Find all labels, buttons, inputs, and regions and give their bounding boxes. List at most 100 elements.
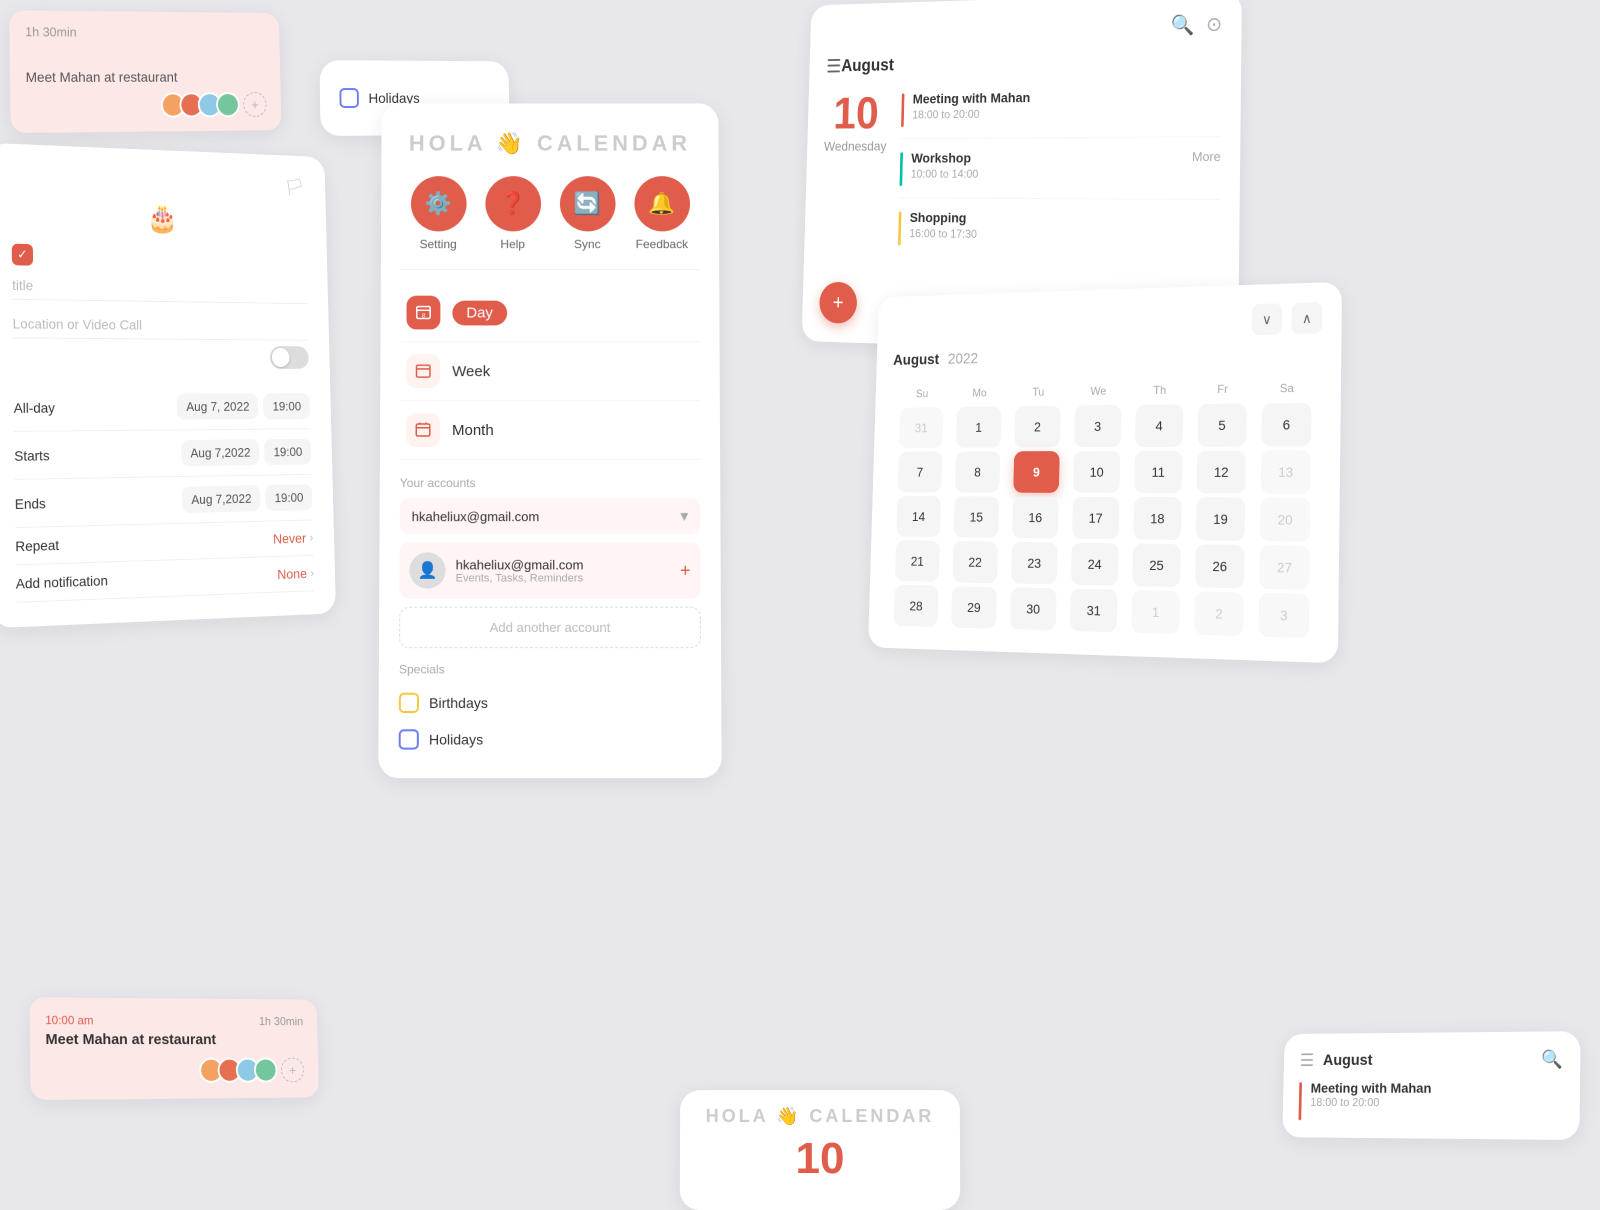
check-icon[interactable]: ✓ [12, 244, 33, 266]
table-row[interactable]: 23 [1006, 542, 1063, 585]
cal-day-11[interactable]: 11 [1134, 451, 1182, 494]
table-row[interactable]: 20 [1254, 498, 1316, 542]
ends-time[interactable]: 19:00 [265, 484, 312, 511]
cal-day-1[interactable]: 1 [956, 406, 1002, 447]
table-row[interactable]: 3 [1253, 593, 1315, 639]
table-row[interactable]: 31 [1065, 589, 1124, 633]
account-selector[interactable]: hkaheliux@gmail.com ▾ [400, 498, 701, 534]
cal-day-19[interactable]: 19 [1196, 497, 1246, 541]
more-icon-top[interactable]: ⊙ [1206, 12, 1222, 37]
table-row[interactable]: 22 [947, 541, 1003, 583]
cal-day-20[interactable]: 20 [1260, 498, 1311, 542]
add-avatar-btn[interactable]: + [243, 92, 267, 117]
table-row[interactable]: 30 [1005, 587, 1062, 631]
cal-prev-btn[interactable]: ∨ [1252, 303, 1283, 335]
cal-day-31[interactable]: 31 [1070, 589, 1118, 633]
feedback-menu-item[interactable]: 🔔 Feedback [634, 176, 690, 251]
cal-day-14[interactable]: 14 [896, 496, 941, 537]
table-row[interactable]: 2 [1189, 591, 1250, 636]
cal-day-16[interactable]: 16 [1012, 496, 1059, 538]
table-row[interactable]: 27 [1254, 545, 1316, 590]
table-row[interactable]: 29 [946, 586, 1002, 629]
table-row[interactable]: 26 [1189, 544, 1250, 588]
cal-day-1[interactable]: 1 [1131, 590, 1180, 634]
view-day-item[interactable]: 8 Day [400, 284, 699, 343]
cal-day-4[interactable]: 4 [1135, 404, 1183, 447]
add-account-btn[interactable]: Add another account [399, 607, 701, 648]
cal-day-28[interactable]: 28 [894, 585, 939, 627]
cal-day-3[interactable]: 3 [1074, 405, 1121, 447]
holidays-item[interactable]: Holidays [399, 721, 702, 758]
cal-day-21[interactable]: 21 [895, 540, 940, 582]
starts-date-2[interactable]: Aug 7,2022 [181, 439, 260, 466]
cal-day-13[interactable]: 13 [1261, 450, 1311, 494]
help-menu-item[interactable]: ❓ Help [485, 176, 541, 251]
table-row[interactable]: 21 [890, 540, 945, 582]
search-icon-top[interactable]: 🔍 [1171, 13, 1195, 38]
table-row[interactable]: 3 [1069, 405, 1127, 447]
cal-day-5[interactable]: 5 [1197, 403, 1246, 446]
cal-day-2[interactable]: 2 [1194, 591, 1244, 636]
table-row[interactable]: 15 [948, 496, 1004, 538]
view-month-item[interactable]: Month [400, 401, 700, 460]
table-row[interactable]: 17 [1067, 497, 1125, 540]
birthdays-item[interactable]: Birthdays [399, 685, 701, 722]
cal-next-btn[interactable]: ∧ [1291, 302, 1322, 334]
cal-day-15[interactable]: 15 [954, 496, 1000, 538]
cal-day-29[interactable]: 29 [951, 586, 997, 629]
birthdays-checkbox[interactable] [399, 693, 419, 713]
cal-day-18[interactable]: 18 [1133, 497, 1182, 540]
starts-time-2[interactable]: 19:00 [264, 439, 311, 465]
table-row[interactable]: 9 [1008, 451, 1065, 493]
table-row[interactable]: 6 [1256, 403, 1318, 447]
table-row[interactable]: 24 [1066, 543, 1124, 586]
starts-date[interactable]: Aug 7, 2022 [177, 393, 259, 419]
table-row[interactable]: 8 [950, 451, 1006, 492]
cal-day-8[interactable]: 8 [955, 451, 1001, 492]
more-link[interactable]: More [1192, 149, 1221, 164]
table-row[interactable]: 31 [894, 407, 949, 448]
cal-day-10[interactable]: 10 [1073, 451, 1120, 493]
cal-day-24[interactable]: 24 [1071, 543, 1119, 586]
event-shopping[interactable]: Shopping 16:00 to 17:30 [897, 210, 1220, 262]
hamburger-icon[interactable]: ☰ [826, 55, 842, 78]
holidays-checkbox-2[interactable] [399, 729, 419, 749]
table-row[interactable]: 18 [1128, 497, 1188, 540]
cal-day-6[interactable]: 6 [1261, 403, 1311, 447]
account-row[interactable]: 👤 hkaheliux@gmail.com Events, Tasks, Rem… [399, 542, 700, 598]
table-row[interactable]: 1 [1126, 590, 1186, 635]
account-add-icon[interactable]: + [680, 560, 691, 581]
table-row[interactable]: 25 [1127, 543, 1187, 587]
table-row[interactable]: 19 [1190, 497, 1251, 541]
sync-menu-item[interactable]: 🔄 Sync [559, 176, 615, 251]
event-workshop[interactable]: Workshop 10:00 to 14:00 More [899, 149, 1221, 200]
cal-day-12[interactable]: 12 [1197, 450, 1246, 493]
cal-day-30[interactable]: 30 [1010, 587, 1057, 630]
cal-day-9[interactable]: 9 [1013, 451, 1060, 493]
table-row[interactable]: 28 [889, 585, 944, 628]
cal-day-7[interactable]: 7 [898, 452, 943, 493]
hamburger-bottom[interactable]: ☰ [1300, 1051, 1315, 1071]
cal-day-3[interactable]: 3 [1259, 593, 1310, 638]
cal-day-25[interactable]: 25 [1132, 543, 1181, 587]
toggle-switch[interactable] [270, 346, 309, 369]
table-row[interactable]: 7 [893, 452, 948, 493]
table-row[interactable]: 11 [1129, 451, 1188, 494]
event-meeting[interactable]: Meeting with Mahan 18:00 to 20:00 [900, 87, 1221, 139]
table-row[interactable]: 4 [1130, 404, 1189, 447]
table-row[interactable]: 5 [1192, 403, 1253, 446]
table-row[interactable]: 14 [891, 496, 946, 537]
cal-day-2[interactable]: 2 [1014, 406, 1060, 448]
title-input[interactable]: title [12, 277, 307, 304]
cal-day-26[interactable]: 26 [1195, 544, 1245, 588]
cal-day-23[interactable]: 23 [1011, 542, 1058, 585]
table-row[interactable]: 13 [1255, 450, 1317, 494]
table-row[interactable]: 2 [1009, 406, 1066, 448]
table-row[interactable]: 1 [951, 406, 1007, 447]
cal-day-31[interactable]: 31 [899, 407, 944, 448]
table-row[interactable]: 10 [1068, 451, 1126, 493]
add-avatar-bottom-btn[interactable]: + [281, 1058, 305, 1083]
cal-day-27[interactable]: 27 [1259, 545, 1310, 590]
location-input[interactable]: Location or Video Call [13, 316, 309, 341]
view-week-item[interactable]: Week [400, 342, 700, 401]
